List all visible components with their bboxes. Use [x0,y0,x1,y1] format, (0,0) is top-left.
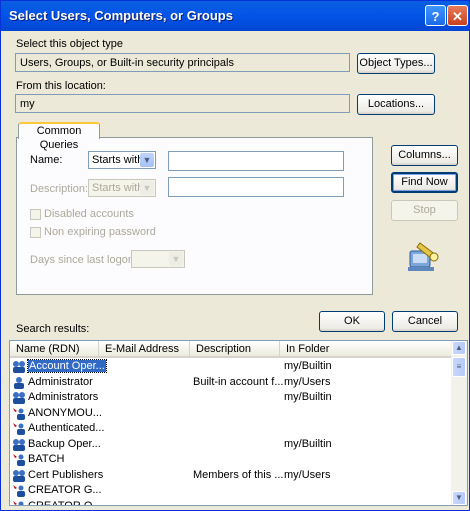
principal-icon [13,423,25,435]
name-operator-select[interactable]: Starts with ▼ [88,151,156,169]
window-title: Select Users, Computers, or Groups [9,8,233,23]
non-expiring-label: Non expiring password [44,226,156,238]
locations-button[interactable]: Locations... [357,94,435,115]
table-row[interactable]: BATCH [10,452,453,467]
user-icon [14,376,24,389]
row-name: Backup Oper... [28,437,101,450]
row-name: Administrators [28,391,99,403]
title-bar[interactable]: Select Users, Computers, or Groups ? ✕ [1,1,469,31]
description-input[interactable] [168,177,344,197]
name-operator-value: Starts with [92,154,144,166]
table-row[interactable]: Account Oper... my/Builtin [10,359,453,374]
dialog-window: Select Users, Computers, or Groups ? ✕ S… [0,0,470,511]
scroll-thumb[interactable]: ≡ [452,357,466,377]
column-header-description[interactable]: Description [190,341,280,358]
group-icon [13,438,25,451]
chevron-down-icon: ▼ [169,252,183,266]
object-type-label: Select this object type [16,38,124,50]
row-name: Administrator [28,375,93,388]
principal-icon [13,454,25,466]
table-row[interactable]: Administrator Built-in account f... my/Use… [10,375,453,390]
tab-common-queries[interactable]: Common Queries [18,122,100,151]
description-operator-value: Starts with [92,182,144,194]
object-type-field: Users, Groups, or Built-in security prin… [15,53,350,72]
principal-icon [13,485,25,497]
table-row[interactable]: Backup Oper... my/Builtin [10,437,453,452]
name-label: Name: [30,154,63,166]
find-now-button[interactable]: Find Now [391,172,458,193]
row-name: BATCH [28,453,65,465]
table-row[interactable]: CREATOR G... [10,483,453,498]
column-header-name[interactable]: Name (RDN) [10,341,99,358]
table-row[interactable]: Cert Publishers Members of this ... my/Use… [10,468,453,483]
disabled-accounts-checkbox[interactable] [30,209,41,220]
group-icon [13,469,25,482]
principal-icon [13,500,24,505]
location-label: From this location: [16,80,106,92]
row-folder: my/Users [284,468,331,481]
row-folder: my/Builtin [284,437,332,450]
group-icon [13,392,25,404]
column-header-email[interactable]: E-Mail Address [99,341,190,358]
row-name: Cert Publishers [28,468,104,481]
disabled-accounts-label: Disabled accounts [44,208,134,220]
group-icon [13,361,25,373]
table-row[interactable]: Authenticated... [10,421,453,436]
days-since-logon-label: Days since last logon: [30,254,137,266]
description-label: Description: [30,183,89,195]
days-since-logon-select[interactable]: ▼ [131,250,185,268]
description-operator-select[interactable]: Starts with ▼ [88,179,156,197]
row-folder: my/Users [284,375,331,388]
row-folder: my/Builtin [284,391,332,403]
object-types-button[interactable]: Object Types... [357,53,435,74]
search-results-label: Search results: [16,323,90,335]
table-row[interactable]: Administrators my/Builtin [10,390,453,405]
ok-button[interactable]: OK [319,311,385,332]
columns-button[interactable]: Columns... [391,145,458,166]
scroll-up-icon[interactable]: ▲ [452,341,466,355]
name-input[interactable] [168,151,344,171]
row-name: ANONYMOU... [28,406,102,419]
cancel-button[interactable]: Cancel [392,311,458,332]
table-row[interactable]: CREATOR O... [10,499,453,506]
search-flashlight-icon [408,242,439,271]
column-header-folder[interactable]: In Folder [280,341,453,358]
stop-button[interactable]: Stop [391,200,458,221]
table-row[interactable]: ANONYMOU... [10,406,453,421]
location-field: my [15,94,350,113]
vertical-scrollbar[interactable]: ▲ ≡ ▼ [451,341,467,505]
search-results-list[interactable]: Name (RDN) E-Mail Address Description In… [9,340,468,506]
non-expiring-checkbox[interactable] [30,227,41,238]
row-name: Account Oper... [27,359,107,373]
row-description: Built-in account f... [193,375,284,388]
row-name: CREATOR O... [28,499,102,506]
scroll-down-icon[interactable]: ▼ [452,491,466,505]
chevron-down-icon: ▼ [140,181,154,195]
row-description: Members of this ... [193,468,284,481]
help-button[interactable]: ? [425,5,446,26]
row-folder: my/Builtin [284,360,332,372]
close-button[interactable]: ✕ [447,5,468,26]
row-name: CREATOR G... [28,484,102,496]
chevron-down-icon: ▼ [140,153,154,167]
row-name: Authenticated... [28,422,105,434]
principal-icon [13,407,25,420]
